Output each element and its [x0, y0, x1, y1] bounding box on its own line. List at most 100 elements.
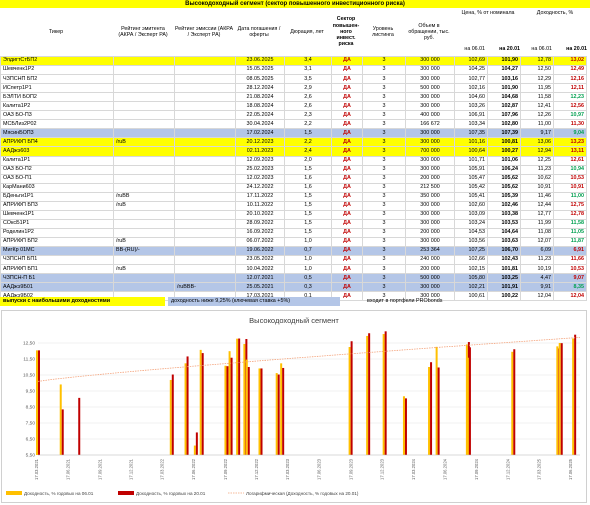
sector-cell: ДА [331, 55, 363, 67]
bar-0601 [280, 363, 283, 455]
bar-0601 [558, 343, 561, 455]
volume-cell: 400 000 [405, 110, 455, 121]
y-tick-label: 6,50 [26, 437, 36, 443]
maturity-cell: 16.09.2022 [235, 227, 285, 238]
volume-cell: 200 000 [405, 173, 455, 184]
listing-cell: 3 [362, 182, 406, 193]
maturity-cell: 23.05.2022 [235, 255, 285, 266]
price-2001-cell: 103,53 [487, 218, 521, 229]
listing-cell: 3 [362, 282, 406, 293]
x-tick-label: 17.09.2023 [348, 458, 353, 480]
legend-portfolio: входит в портфели PRObonds [367, 298, 443, 304]
yield-2001-cell: 10,94 [553, 164, 587, 175]
volume-cell: 240 000 [405, 255, 455, 266]
bar-2001 [260, 368, 263, 455]
y-tick-label: 9,50 [26, 389, 36, 395]
yield-2001-cell: 12,75 [553, 200, 587, 211]
legend-label-2001: Доходность, % годовых на 20.01 [136, 491, 206, 496]
sector-cell: ДА [331, 101, 363, 112]
table-row: ЧЗПСНП БП2 08.05.2025 3,5 ДА 3 300 000 102,77 1… [0, 74, 587, 85]
price-0601-cell: 102,77 [454, 74, 488, 85]
issue-rating-cell [174, 236, 236, 247]
price-2001-cell: 101,90 [487, 55, 521, 67]
price-2001-cell: 105,39 [487, 191, 521, 202]
yield-0601-cell: 9,17 [520, 128, 554, 139]
yield-0601-cell: 12,94 [520, 146, 554, 157]
sector-cell: ДА [331, 191, 363, 202]
table-row: МясинБОП3 17.02.2024 1,5 ДА 3 300 000 107,35 10… [0, 128, 587, 139]
listing-cell: 3 [362, 83, 406, 94]
price-0601-cell: 107,35 [454, 128, 488, 139]
duration-cell: 1,5 [284, 164, 332, 175]
maturity-cell: 28.12.2024 [235, 83, 285, 94]
bar-0601 [245, 359, 248, 455]
ticker-cell: ЭлдигтСтБП2 [0, 55, 114, 67]
x-tick-label: 17.03.2021 [34, 458, 39, 480]
bar-2001 [574, 334, 577, 455]
sector-cell: ДА [331, 273, 363, 284]
x-tick-label: 17.06.2023 [317, 458, 322, 480]
yield-0601-cell: 11,46 [520, 191, 554, 202]
yield-2001-cell: 9,07 [553, 273, 587, 284]
maturity-cell: 24.12.2022 [235, 182, 285, 193]
sector-cell: ДА [331, 65, 363, 76]
x-tick-label: 17.12.2022 [254, 458, 259, 480]
header-volume: Объем в обращении, тыс. руб. [408, 22, 450, 42]
bar-0601 [184, 363, 187, 455]
yield-2001-cell: 12,11 [553, 83, 587, 94]
header-maturity: Дата погашения / оферты [237, 25, 281, 38]
legend-label-0601: Доходность, % годовых на 06.01 [24, 491, 94, 496]
issue-rating-cell [174, 191, 236, 202]
issue-rating-cell [174, 146, 236, 157]
table-row: ЧЗПСНП БП1 23.05.2022 1,0 ДА 3 240 000 102,66 1… [0, 255, 587, 266]
bar-2001 [277, 374, 280, 455]
issuer-rating-cell [113, 209, 175, 220]
chart-container: Высокодоходный сегмент 5,50 6,50 7,50 8,50 9… [0, 310, 590, 505]
issue-rating-cell [174, 182, 236, 193]
yield-0601-cell: 12,07 [520, 236, 554, 247]
ticker-cell: ААДжэ603 [0, 146, 114, 157]
price-0601-cell: 105,47 [454, 173, 488, 184]
price-0601-cell: 104,53 [454, 227, 488, 238]
price-0601-cell: 102,15 [454, 264, 488, 275]
x-tick-label: 17.03.2023 [285, 458, 290, 480]
table-row: Калита1Р1 12.09.2023 2,0 ДА 3 300 000 101,71 10… [0, 155, 587, 166]
sector-cell: ДА [331, 119, 363, 130]
issuer-rating-cell [113, 65, 175, 76]
volume-cell: 300 000 [405, 155, 455, 166]
sector-cell: ДА [331, 200, 363, 211]
listing-cell: 3 [362, 146, 406, 157]
listing-cell: 3 [362, 128, 406, 139]
bar-0601 [236, 338, 239, 455]
bar-2001 [513, 349, 516, 455]
price-2001-cell: 103,16 [487, 74, 521, 85]
price-0601-cell: 103,24 [454, 218, 488, 229]
volume-cell: 253 364 [405, 245, 455, 257]
legend-row: выпуски с наибольшими доходностями доход… [0, 297, 590, 307]
y-tick-label: 11,50 [23, 357, 35, 363]
issuer-rating-cell [113, 110, 175, 121]
yield-0601-cell: 11,08 [520, 227, 554, 238]
header-price-2001: на 20.01 [499, 46, 520, 52]
duration-cell: 2,2 [284, 137, 332, 148]
issue-rating-cell [174, 110, 236, 121]
price-2001-cell: 101,90 [487, 83, 521, 94]
bar-2001 [350, 341, 353, 455]
ticker-cell: ИСпетр1Р1 [0, 83, 114, 94]
x-tick-label: 17.09.2024 [474, 458, 479, 480]
listing-cell: 3 [362, 65, 406, 76]
duration-cell: 1,5 [284, 227, 332, 238]
issuer-rating-cell: BB-(RU)/- [113, 245, 175, 257]
listing-cell: 3 [362, 191, 406, 202]
issuer-rating-cell: /ruBB [113, 191, 175, 202]
bar-0601 [572, 338, 575, 455]
price-0601-cell: 104,60 [454, 92, 488, 103]
yield-0601-cell: 10,62 [520, 173, 554, 184]
sector-cell: ДА [331, 83, 363, 94]
duration-cell: 2,3 [284, 110, 332, 121]
volume-cell: 200 000 [405, 264, 455, 275]
bar-2001 [38, 350, 40, 455]
price-2001-cell: 101,81 [487, 264, 521, 275]
yield-2001-cell: 12,61 [553, 155, 587, 166]
volume-cell: 300 000 [405, 65, 455, 76]
